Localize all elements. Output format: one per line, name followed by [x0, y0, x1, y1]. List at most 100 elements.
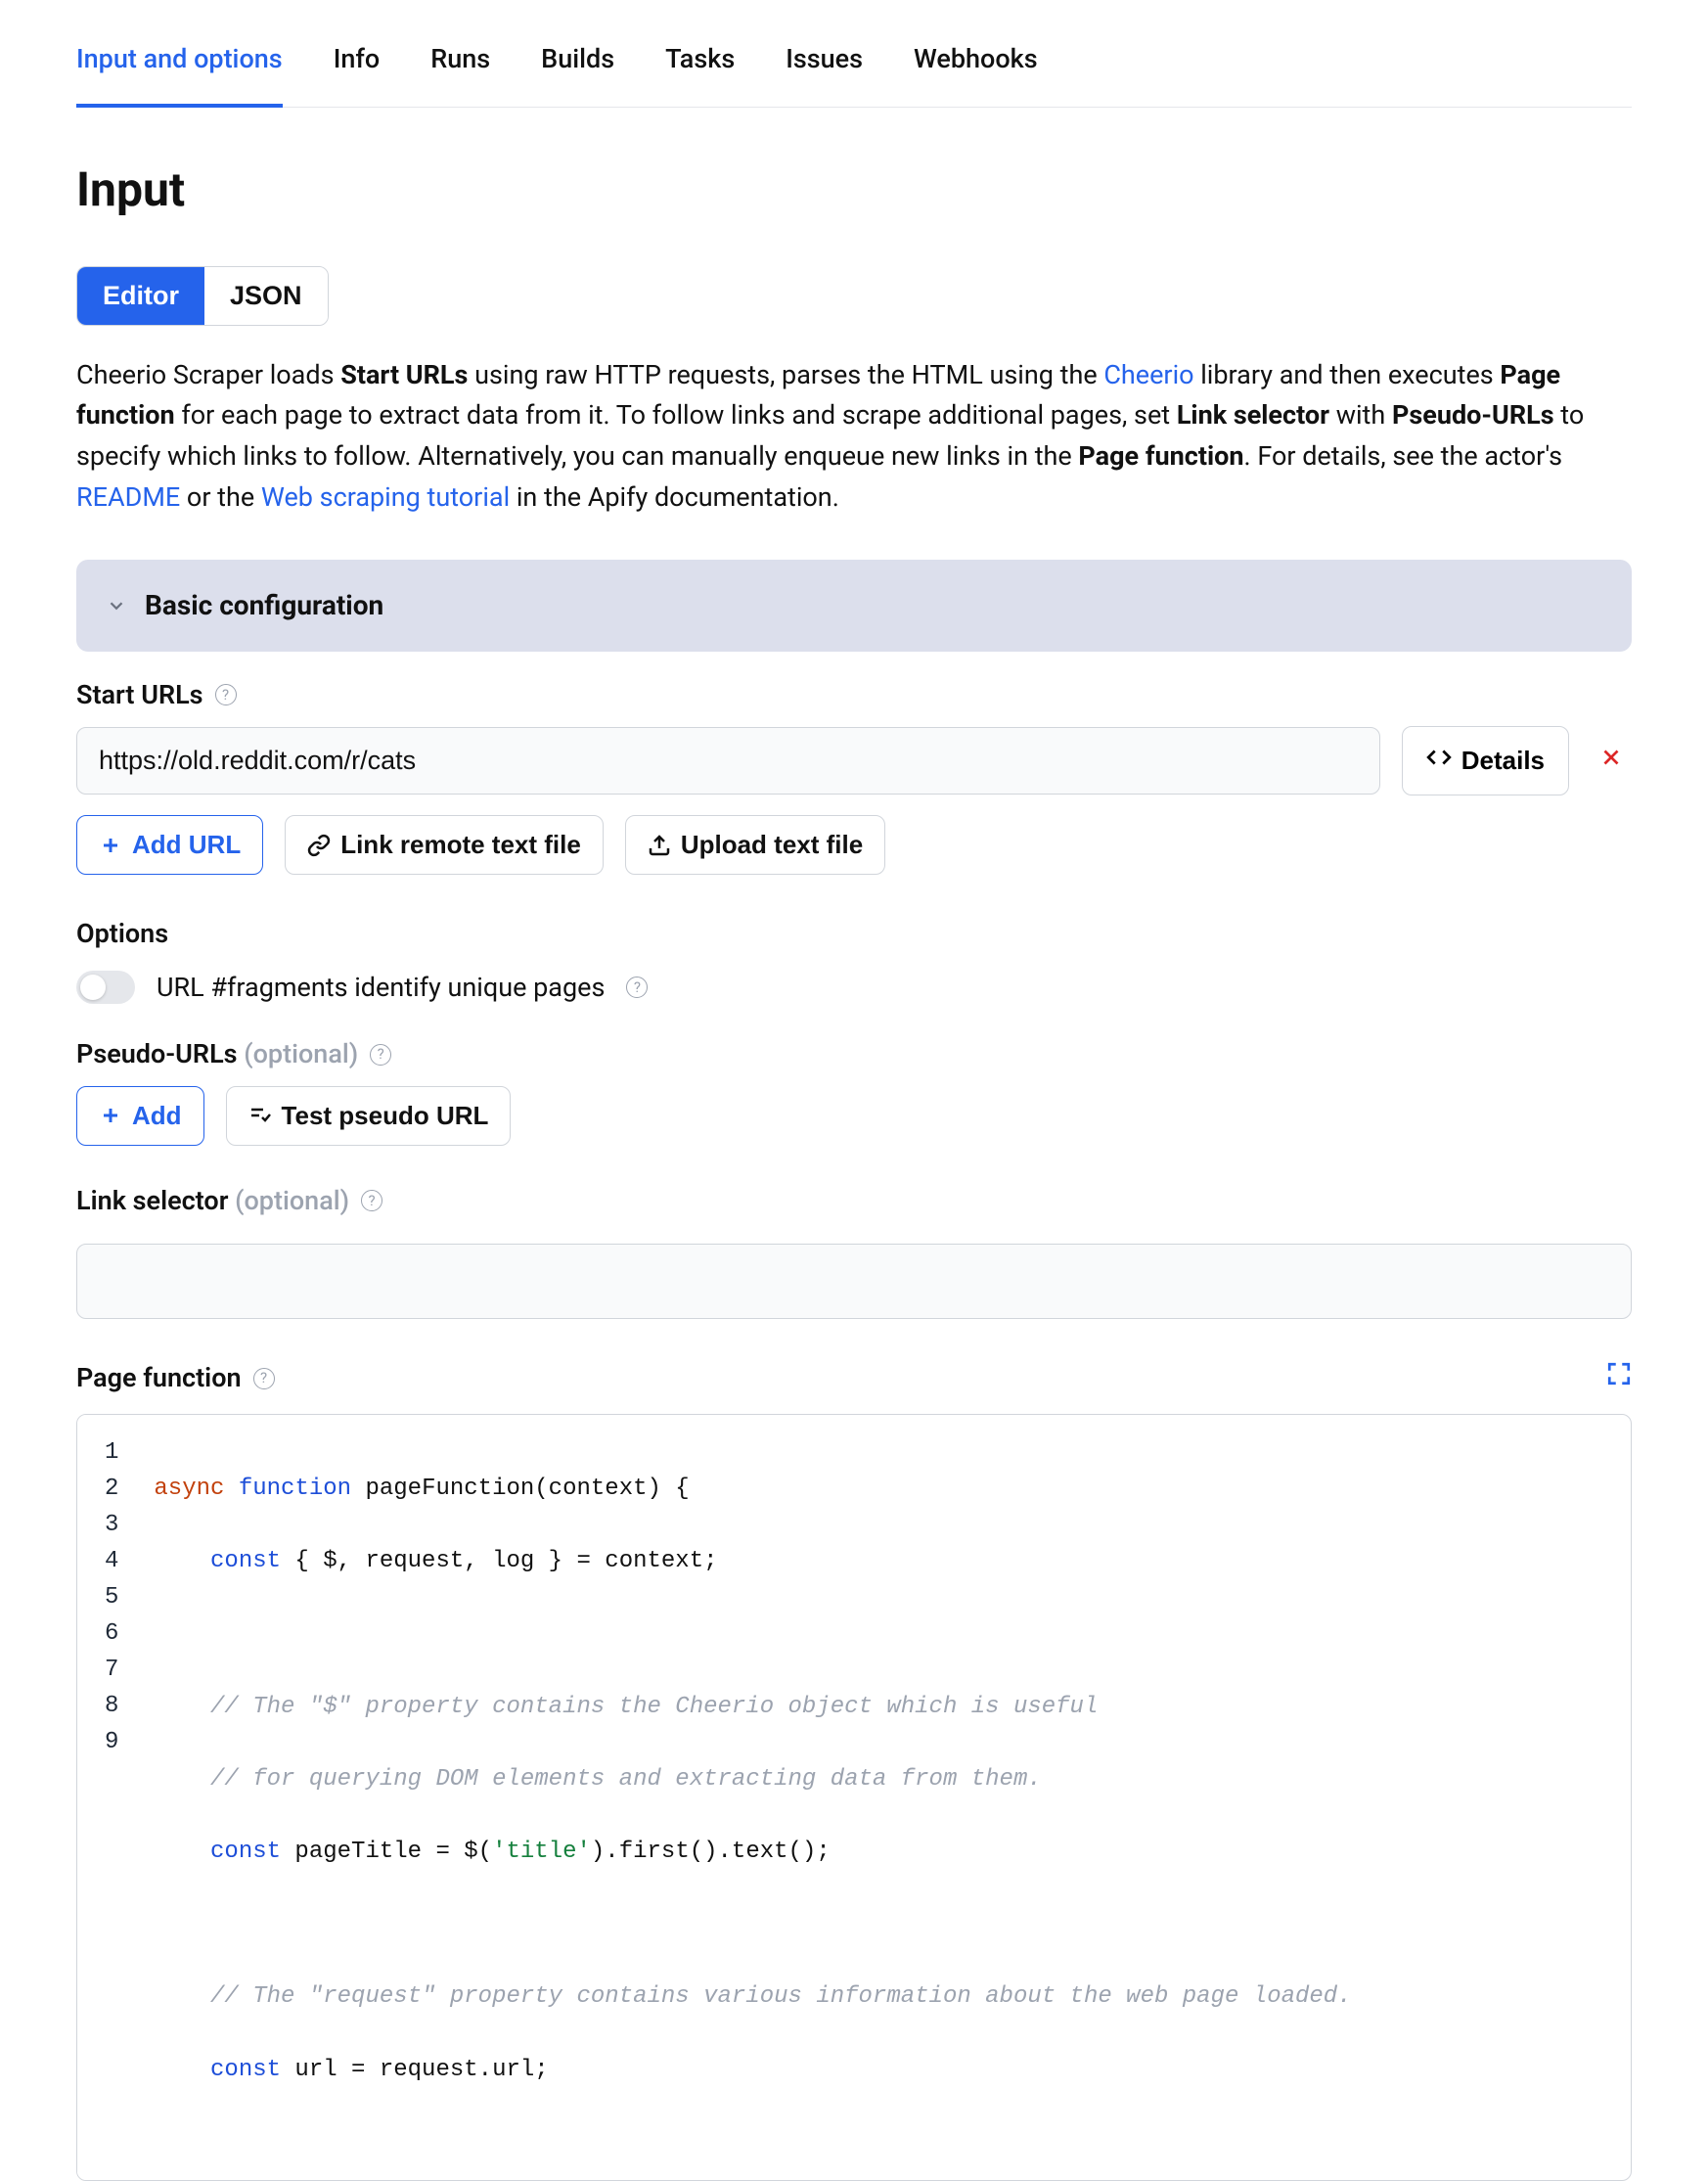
chevron-down-icon [106, 595, 127, 616]
code-token: pageTitle = $( [281, 1839, 492, 1865]
fragments-toggle-row: URL #fragments identify unique pages ? [76, 968, 1632, 1008]
start-urls-label: Start URLs [76, 675, 203, 715]
code-token: 'title' [492, 1839, 591, 1865]
code-icon [1426, 745, 1452, 777]
code-token: // The "$" property contains the Cheerio… [154, 1694, 1098, 1720]
desc-strong: Link selector [1177, 399, 1329, 431]
pseudo-urls-buttons: Add Test pseudo URL [76, 1086, 1632, 1146]
page-function-header: Page function ? [76, 1358, 1632, 1398]
optional-text: (optional) [244, 1038, 358, 1069]
upload-file-label: Upload text file [681, 830, 863, 860]
pseudo-urls-label: Pseudo-URLs (optional) [76, 1034, 358, 1074]
link-icon [307, 834, 331, 857]
tab-webhooks[interactable]: Webhooks [914, 39, 1038, 107]
add-pseudo-url-button[interactable]: Add [76, 1086, 204, 1146]
link-cheerio[interactable]: Cheerio [1103, 359, 1193, 390]
link-selector-label-row: Link selector (optional) ? [76, 1181, 1632, 1221]
code-line [154, 1615, 1351, 1652]
fragments-label: URL #fragments identify unique pages [157, 968, 605, 1008]
upload-file-button[interactable]: Upload text file [625, 815, 885, 875]
section-title: Basic configuration [145, 585, 383, 626]
plus-icon [99, 1104, 122, 1127]
tab-runs[interactable]: Runs [430, 39, 490, 107]
add-label: Add [132, 1101, 182, 1131]
add-url-button[interactable]: Add URL [76, 815, 263, 875]
tabs-bar: Input and options Info Runs Builds Tasks… [76, 0, 1632, 108]
code-token: // The "request" property contains vario… [154, 1983, 1351, 2010]
optional-text: (optional) [235, 1185, 349, 1216]
help-icon[interactable]: ? [370, 1044, 391, 1066]
code-token: const [210, 2057, 281, 2083]
help-icon[interactable]: ? [215, 684, 237, 705]
code-token: function [239, 1476, 366, 1502]
start-url-input[interactable] [76, 727, 1380, 795]
plus-icon [99, 834, 122, 857]
page-function-editor[interactable]: 123456789 async function pageFunction(co… [76, 1414, 1632, 2181]
code-token: pageFunction(context) { [365, 1476, 689, 1502]
pseudo-urls-label-row: Pseudo-URLs (optional) ? [76, 1034, 1632, 1074]
start-url-row: Details [76, 726, 1632, 795]
description-text: Cheerio Scraper loads Start URLs using r… [76, 355, 1632, 519]
start-urls-buttons: Add URL Link remote text file Upload tex… [76, 815, 1632, 875]
desc-frag: with [1329, 399, 1392, 431]
tab-input-and-options[interactable]: Input and options [76, 39, 283, 107]
desc-strong: Pseudo-URLs [1392, 399, 1554, 431]
link-web-scraping-tutorial[interactable]: Web scraping tutorial [261, 481, 510, 513]
options-label-row: Options [76, 914, 1632, 954]
link-remote-file-button[interactable]: Link remote text file [285, 815, 604, 875]
code-token: ).first().text(); [591, 1839, 831, 1865]
desc-frag: using raw HTTP requests, parses the HTML… [468, 359, 1103, 390]
page-title: Input [76, 155, 1632, 225]
tab-info[interactable]: Info [334, 39, 381, 107]
close-icon [1598, 745, 1624, 777]
desc-frag: Cheerio Scraper loads [76, 359, 340, 390]
toggle-editor[interactable]: Editor [77, 267, 204, 325]
code-token: url = request.url; [281, 2057, 549, 2083]
options-label: Options [76, 914, 168, 954]
code-token [154, 2057, 210, 2083]
desc-strong: Page function [1078, 440, 1243, 472]
editor-json-toggle: Editor JSON [76, 266, 329, 326]
code-token: const [210, 1548, 281, 1574]
code-token: // for querying DOM elements and extract… [154, 1766, 1041, 1793]
desc-strong: Start URLs [340, 359, 468, 390]
desc-frag: for each page to extract data from it. T… [175, 399, 1177, 431]
add-url-label: Add URL [132, 830, 241, 860]
tab-tasks[interactable]: Tasks [665, 39, 735, 107]
start-urls-label-row: Start URLs ? [76, 675, 1632, 715]
link-selector-label: Link selector (optional) [76, 1181, 349, 1221]
code-gutter: 123456789 [77, 1415, 136, 2180]
code-token: async [154, 1476, 238, 1502]
code-token [154, 1839, 210, 1865]
code-token: { $, request, log } = context; [281, 1548, 717, 1574]
details-label: Details [1461, 746, 1545, 776]
tab-issues[interactable]: Issues [786, 39, 863, 107]
desc-frag: in the Apify documentation. [510, 481, 839, 513]
remove-url-button[interactable] [1591, 737, 1632, 786]
link-readme[interactable]: README [76, 481, 180, 513]
test-icon [248, 1104, 272, 1127]
test-pseudo-url-button[interactable]: Test pseudo URL [226, 1086, 512, 1146]
code-token: const [210, 1839, 281, 1865]
desc-frag: . For details, see the actor's [1244, 440, 1563, 472]
link-selector-input[interactable] [76, 1244, 1632, 1319]
upload-icon [648, 834, 671, 857]
desc-frag: or the [180, 481, 261, 513]
help-icon[interactable]: ? [253, 1368, 275, 1389]
help-icon[interactable]: ? [361, 1190, 382, 1211]
desc-frag: library and then executes [1194, 359, 1501, 390]
section-basic-configuration[interactable]: Basic configuration [76, 560, 1632, 652]
code-content[interactable]: async function pageFunction(context) { c… [136, 1415, 1369, 2180]
tab-builds[interactable]: Builds [541, 39, 614, 107]
help-icon[interactable]: ? [626, 977, 648, 998]
link-selector-text: Link selector [76, 1185, 235, 1216]
pseudo-label-text: Pseudo-URLs [76, 1038, 244, 1069]
test-label: Test pseudo URL [282, 1101, 489, 1131]
code-line [154, 1906, 1351, 1942]
details-button[interactable]: Details [1402, 726, 1569, 795]
link-remote-label: Link remote text file [340, 830, 581, 860]
page-function-label: Page function [76, 1358, 242, 1398]
fragments-toggle[interactable] [76, 971, 135, 1004]
toggle-json[interactable]: JSON [204, 267, 328, 325]
expand-icon[interactable] [1606, 1361, 1632, 1396]
